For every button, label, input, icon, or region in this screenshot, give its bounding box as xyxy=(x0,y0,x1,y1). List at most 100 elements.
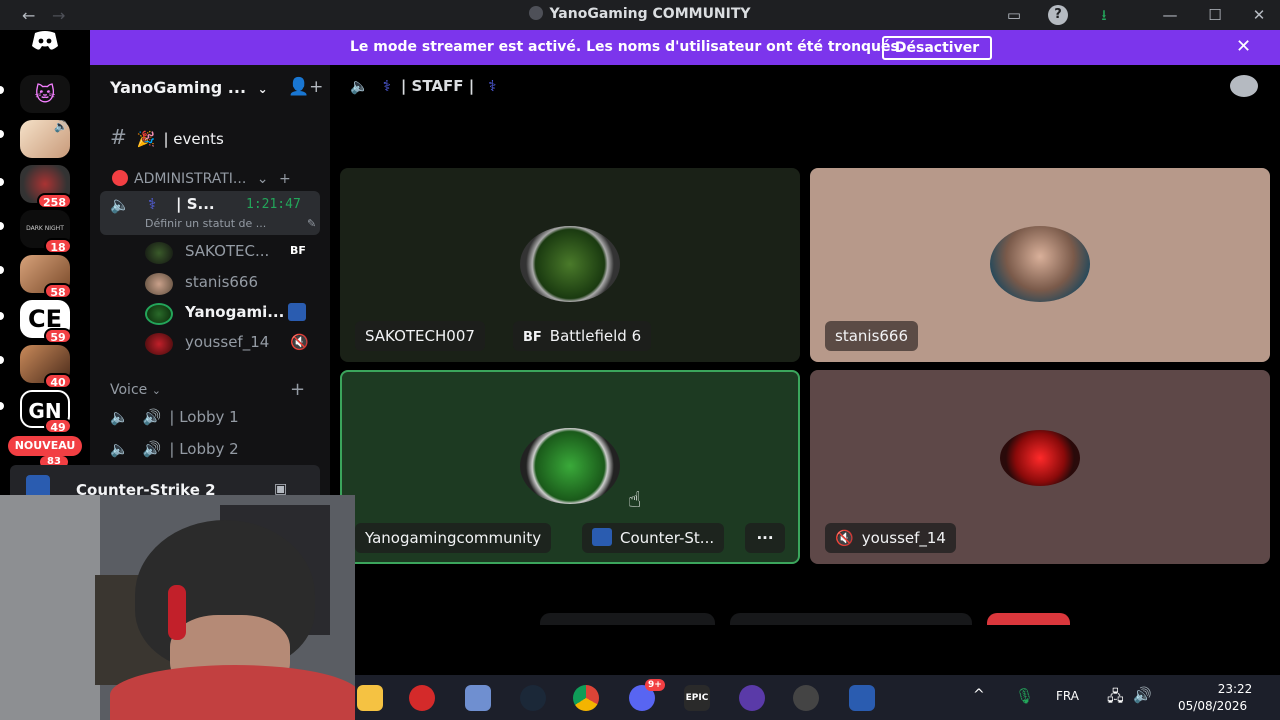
video-tile-stanis[interactable]: stanis666 xyxy=(810,168,1270,362)
window-title-text: YanoGaming COMMUNITY xyxy=(549,6,751,22)
video-tile-sakotech[interactable]: SAKOTECH007 BF Battlefield 6 xyxy=(340,168,800,362)
unread-pill xyxy=(0,356,4,364)
documents-icon[interactable] xyxy=(465,685,491,711)
discord-taskbar-icon[interactable]: 9+ xyxy=(629,679,665,711)
set-status-text[interactable]: Définir un statut de ... xyxy=(145,217,266,230)
unread-pill xyxy=(0,130,4,138)
category-voice[interactable]: Voice ⌄ xyxy=(110,382,161,398)
headset-icon xyxy=(168,585,186,640)
server-icon-3[interactable]: CE 59 xyxy=(20,300,72,344)
title-bar: ← → YanoGaming COMMUNITY ▭ ? ⭳ — ☐ ✕ xyxy=(0,0,1280,30)
microphone-icon[interactable]: 🎙 xyxy=(1015,687,1034,705)
avatar xyxy=(1000,430,1080,486)
discord-home-button[interactable] xyxy=(20,30,70,68)
person-shirt xyxy=(110,665,355,720)
username-tag: Yanogamingcommunity xyxy=(355,523,552,553)
clock-date[interactable]: 05/08/2026 xyxy=(1178,699,1247,713)
download-icon[interactable]: ⭳ xyxy=(1094,5,1114,25)
avatar xyxy=(145,273,173,295)
username-tag: stanis666 xyxy=(825,321,919,351)
chrome-icon[interactable] xyxy=(573,685,599,711)
speaker-icon: 🔊 xyxy=(142,440,162,458)
network-icon[interactable]: 🖧 xyxy=(1107,686,1124,711)
active-voice-channel[interactable]: 🔈 ⚕ | S... 1:21:47 Définir un statut de … xyxy=(100,191,320,235)
voice-call-view: 🔈 ⚕ | STAFF | ⚕ SAKOTECH007 BF Battlefield 6… xyxy=(330,65,1280,659)
steam-icon[interactable] xyxy=(520,685,546,711)
server-icon-dark-night[interactable]: DARK NIGHT 18 xyxy=(20,210,72,254)
invite-people-icon[interactable]: 👤+ xyxy=(288,77,323,97)
streamer-mode-banner: Le mode streamer est activé. Les noms d'… xyxy=(90,30,1280,65)
video-tile-youssef[interactable]: 🔇 youssef_14 xyxy=(810,370,1270,564)
category-administration[interactable]: ADMINISTRATI... ⌄ + xyxy=(112,170,291,187)
channel-sidebar: YanoGaming ... ⌄ 👤+ # 🎉 | events ADMINISTR… xyxy=(90,65,330,495)
speaker-icon: 🔊 xyxy=(54,120,68,133)
server-rail: 🐱 🔊 258 DARK NIGHT 18 58 CE 59 40 GN 49 … xyxy=(0,30,90,470)
caduceus-icon: ⚕ xyxy=(148,195,157,213)
avatar xyxy=(520,226,620,302)
counter-strike-icon[interactable] xyxy=(849,685,875,711)
server-icon-gn[interactable]: GN 49 xyxy=(20,390,72,434)
new-badge: NOUVEAU xyxy=(8,436,82,456)
mention-badge: 258 xyxy=(37,193,72,209)
voice-channel-lobby-1[interactable]: 🔈 🔊 | Lobby 1 xyxy=(110,408,239,426)
speaker-icon: 🔈 xyxy=(110,440,129,458)
banner-message: Le mode streamer est activé. Les noms d'… xyxy=(350,39,905,55)
volume-icon[interactable]: 🔊 xyxy=(1133,686,1152,704)
unread-pill xyxy=(0,178,4,186)
chat-icon[interactable] xyxy=(1230,75,1258,97)
caduceus-icon: ⚕ xyxy=(382,77,391,95)
windows-taskbar: 9+ EPIC ^ 🎙 FRA 🖧 🔊 23:22 05/08/2026 xyxy=(355,675,1280,720)
channel-events[interactable]: # 🎉 | events xyxy=(110,125,224,149)
mention-badge: 59 xyxy=(44,328,72,344)
avatar xyxy=(145,303,173,325)
close-icon[interactable]: ✕ xyxy=(1236,36,1251,57)
server-icon-4[interactable]: 40 xyxy=(20,345,72,389)
video-tile-yanogaming[interactable]: Yanogamingcommunity Counter-St... ··· ☝ xyxy=(340,370,800,564)
file-explorer-icon[interactable] xyxy=(357,685,383,711)
chevron-up-icon[interactable]: ^ xyxy=(973,687,985,703)
unread-pill xyxy=(0,402,4,410)
more-options-button[interactable]: ··· xyxy=(745,523,785,553)
notification-badge: 9+ xyxy=(645,679,665,691)
server-icon-hello[interactable]: 🐱 xyxy=(20,75,70,113)
app-icon[interactable] xyxy=(739,685,765,711)
clock-time[interactable]: 23:22 xyxy=(1210,682,1260,696)
voice-member-row[interactable]: Yanogami... xyxy=(145,303,306,325)
activity-panel[interactable]: Counter-Strike 2 ▣ xyxy=(10,465,320,499)
call-timer: 1:21:47 xyxy=(246,197,301,212)
maximize-icon[interactable]: ☐ xyxy=(1205,5,1225,25)
voice-member-row[interactable]: stanis666 xyxy=(145,273,258,295)
unread-pill xyxy=(0,266,4,274)
voice-member-row[interactable]: SAKOTEC... BF xyxy=(145,242,306,264)
voice-channel-lobby-2[interactable]: 🔈 🔊 | Lobby 2 xyxy=(110,440,239,458)
edit-pencil-icon[interactable]: ✎ xyxy=(307,217,316,230)
voice-member-row[interactable]: youssef_14 🔇 xyxy=(145,333,309,355)
speaker-icon: 🔈 xyxy=(110,408,129,426)
disable-streamer-mode-button[interactable]: Désactiver xyxy=(882,36,992,60)
language-indicator[interactable]: FRA xyxy=(1056,689,1079,703)
speaker-icon: 🔈 xyxy=(350,77,369,95)
mention-badge: 49 xyxy=(44,418,72,434)
mention-badge: 40 xyxy=(44,373,72,389)
help-icon[interactable]: ? xyxy=(1048,5,1068,25)
chevron-down-icon: ⌄ xyxy=(257,82,268,96)
add-voice-channel-icon[interactable]: + xyxy=(290,379,305,400)
unread-pill xyxy=(0,222,4,230)
minimize-icon[interactable]: — xyxy=(1160,5,1180,25)
game-badge: BF xyxy=(523,330,542,345)
cat-icon: 🐱 xyxy=(20,75,70,113)
clock-app-icon[interactable] xyxy=(409,685,435,711)
server-icon-2[interactable]: 58 xyxy=(20,255,72,299)
epic-games-icon[interactable]: EPIC xyxy=(684,685,710,711)
close-window-icon[interactable]: ✕ xyxy=(1249,5,1269,25)
server-icon-anime[interactable]: 🔊 xyxy=(20,120,70,158)
activity-tag: BF Battlefield 6 xyxy=(513,321,652,351)
server-icon-1[interactable]: 258 xyxy=(20,165,72,209)
window-title: YanoGaming COMMUNITY xyxy=(0,6,1280,22)
inbox-icon[interactable]: ▭ xyxy=(1004,5,1024,25)
avatar xyxy=(145,333,173,355)
server-name[interactable]: YanoGaming ... ⌄ xyxy=(110,78,268,97)
speaker-icon: 🔊 xyxy=(142,408,162,426)
add-channel-icon[interactable]: + xyxy=(279,171,291,187)
obs-icon[interactable] xyxy=(793,685,819,711)
